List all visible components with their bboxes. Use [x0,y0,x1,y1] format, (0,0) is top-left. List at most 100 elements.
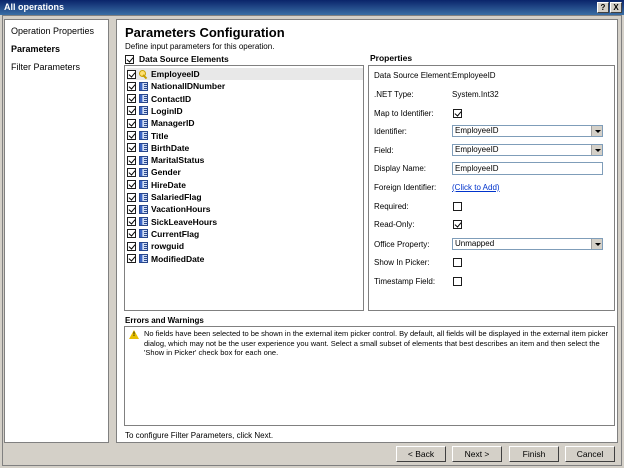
identifier-value: EmployeeID [455,126,499,135]
foreign-identifier-label: Foreign Identifier: [374,183,437,192]
data-source-element-value: EmployeeID [452,71,496,80]
field-icon [139,155,148,165]
element-label: BirthDate [151,142,190,153]
identifier-label: Identifier: [374,127,407,136]
element-checkbox[interactable] [127,81,136,91]
element-checkbox[interactable] [127,94,136,104]
tree-item[interactable]: EmployeeID [127,68,363,80]
field-icon [139,217,148,227]
element-checkbox[interactable] [127,192,136,202]
tree-item[interactable]: rowguid [127,240,363,252]
office-property-label: Office Property: [374,240,430,249]
element-label: rowguid [151,241,185,252]
element-label: SalariedFlag [151,192,202,202]
map-to-identifier-checkbox[interactable] [453,109,462,118]
required-checkbox[interactable] [453,202,462,211]
tree-item[interactable]: Title [127,130,363,142]
tree-item[interactable]: SalariedFlag [127,191,363,203]
element-checkbox[interactable] [127,69,136,79]
tree-item[interactable]: ManagerID [127,117,363,129]
tree-item[interactable]: CurrentFlag [127,228,363,240]
element-checkbox[interactable] [127,131,136,140]
office-property-dropdown[interactable]: Unmapped [452,238,603,250]
tree-item[interactable]: SickLeaveHours [127,216,363,228]
page-title: Parameters Configuration [125,25,285,40]
field-dropdown[interactable]: EmployeeID [452,144,603,156]
element-label: ManagerID [151,118,195,129]
field-icon [139,241,148,251]
select-all-checkbox[interactable] [125,54,134,64]
timestamp-field-checkbox[interactable] [453,277,462,286]
field-icon [139,192,148,202]
field-icon [139,81,148,91]
tree-item[interactable]: HireDate [127,179,363,191]
read-only-label: Read-Only: [374,220,415,229]
field-icon [139,131,148,140]
close-button[interactable]: X [610,2,622,13]
element-checkbox[interactable] [127,180,136,190]
cancel-button[interactable]: Cancel [565,446,615,462]
main-panel: Parameters Configuration Define input pa… [116,19,618,443]
read-only-checkbox[interactable] [453,220,462,229]
finish-button[interactable]: Finish [509,446,559,462]
warning-message: No fields have been selected to be shown… [144,329,608,357]
element-checkbox[interactable] [127,167,136,177]
net-type-value: System.Int32 [452,90,499,99]
data-source-header-label: Data Source Elements [139,54,229,64]
field-icon [139,106,148,116]
nav-item-parameters[interactable]: Parameters [11,44,60,54]
next-button[interactable]: Next > [452,446,502,462]
properties-title: Properties [370,53,413,63]
chevron-down-icon[interactable] [591,145,602,155]
element-checkbox[interactable] [127,217,136,227]
field-icon [139,180,148,190]
field-icon [139,143,148,153]
element-checkbox[interactable] [127,229,136,239]
timestamp-field-label: Timestamp Field: [374,277,436,286]
tree-item[interactable]: ModifiedDate [127,253,363,265]
element-checkbox[interactable] [127,254,136,263]
office-property-value: Unmapped [455,239,495,248]
element-label: Title [151,130,169,141]
map-to-identifier-label: Map to Identifier: [374,109,434,118]
data-source-elements-tree[interactable]: EmployeeID NationalIDNumber ContactID Login… [124,65,364,311]
element-checkbox[interactable] [127,241,136,251]
data-source-header: Data Source Elements [125,54,229,64]
tree-item[interactable]: NationalIDNumber [127,80,363,92]
tree-item[interactable]: Gender [127,166,363,178]
tree-item[interactable]: BirthDate [127,142,363,154]
nav-item-operation-properties[interactable]: Operation Properties [11,26,94,36]
errors-warnings-panel: ! No fields have been selected to be sho… [124,326,615,426]
chevron-down-icon[interactable] [591,126,602,136]
element-checkbox[interactable] [127,204,136,214]
field-icon [139,229,148,239]
display-name-input[interactable]: EmployeeID [452,162,603,175]
element-label: NationalIDNumber [151,81,226,92]
errors-warnings-title: Errors and Warnings [125,316,204,325]
chevron-down-icon[interactable] [591,239,602,249]
element-checkbox[interactable] [127,155,136,165]
tree-item[interactable]: LoginID [127,105,363,117]
element-checkbox[interactable] [127,106,136,116]
element-label: VacationHours [151,204,211,215]
element-checkbox[interactable] [127,118,136,128]
key-icon [139,69,148,79]
show-in-picker-checkbox[interactable] [453,258,462,267]
footer-note: To configure Filter Parameters, click Ne… [125,431,274,440]
element-label: HireDate [151,179,186,190]
nav-item-filter-parameters[interactable]: Filter Parameters [11,62,80,72]
back-button[interactable]: < Back [396,446,446,462]
tree-item[interactable]: ContactID [127,93,363,105]
window-titlebar: All operations ? X [0,0,624,15]
foreign-identifier-add-link[interactable]: (Click to Add) [452,183,500,192]
field-icon [139,167,148,177]
field-icon [139,254,148,263]
identifier-dropdown[interactable]: EmployeeID [452,125,603,137]
tree-item[interactable]: VacationHours [127,203,363,215]
element-checkbox[interactable] [127,143,136,153]
tree-item[interactable]: MaritalStatus [127,154,363,166]
element-label: ContactID [151,93,192,104]
field-icon [139,204,148,214]
help-button[interactable]: ? [597,2,609,13]
element-label: MaritalStatus [151,155,205,166]
